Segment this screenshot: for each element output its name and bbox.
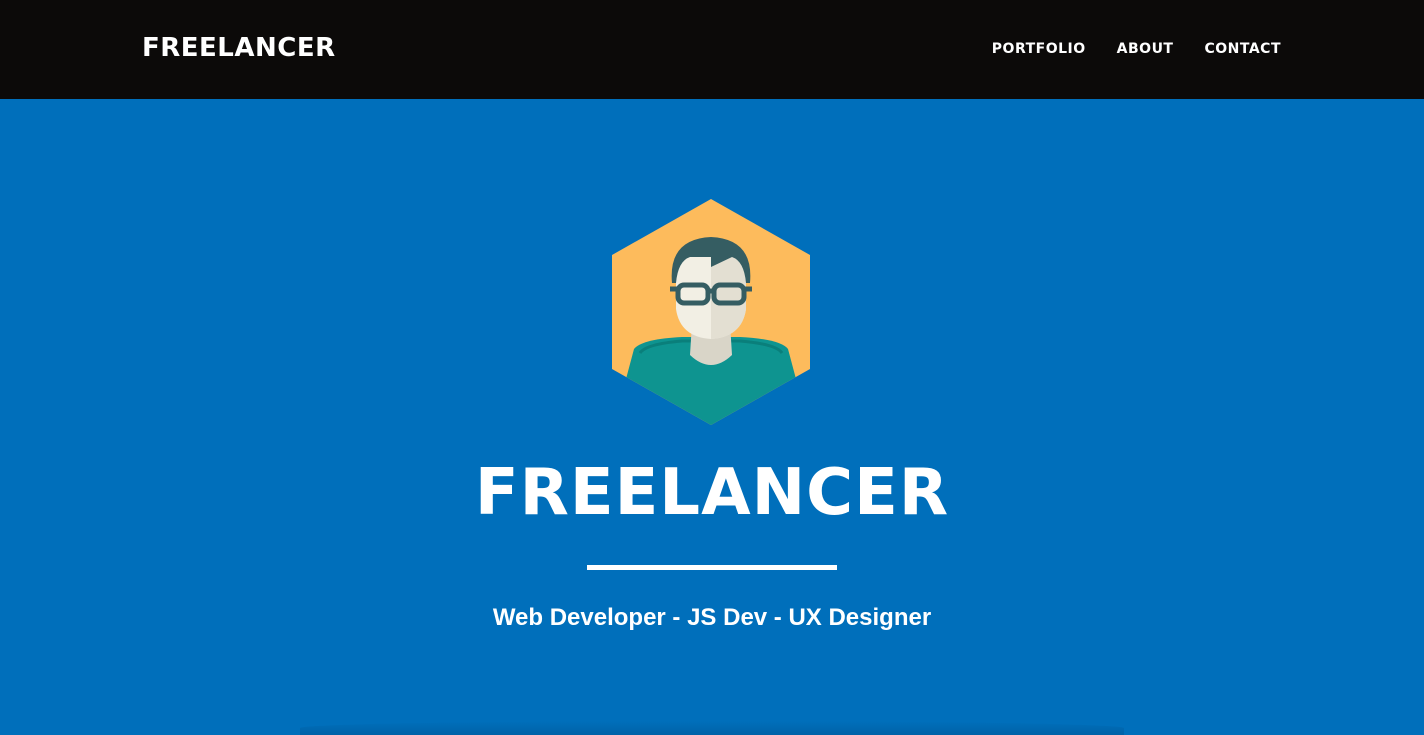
- nav-link-portfolio[interactable]: PORTFOLIO: [992, 41, 1086, 57]
- title-divider: [587, 565, 837, 570]
- nav-item-portfolio: PORTFOLIO: [992, 38, 1086, 60]
- user-avatar-icon: [612, 199, 810, 425]
- nav-item-contact: CONTACT: [1204, 38, 1281, 60]
- hero-subtitle: Web Developer - JS Dev - UX Designer: [492, 604, 932, 631]
- nav-link-about[interactable]: ABOUT: [1117, 41, 1174, 57]
- nav-item-about: ABOUT: [1117, 38, 1174, 60]
- nav-menu: PORTFOLIO ABOUT CONTACT: [992, 38, 1281, 60]
- nav-link-contact[interactable]: CONTACT: [1204, 41, 1281, 57]
- brand-logo-link[interactable]: FREELANCER: [142, 30, 336, 66]
- hero-title: FREELANCER: [474, 456, 950, 530]
- section-edge-shadow: [300, 721, 1124, 735]
- top-navbar: FREELANCER PORTFOLIO ABOUT CONTACT: [0, 0, 1424, 99]
- hero-section: FREELANCER Web Developer - JS Dev - UX D…: [0, 99, 1424, 735]
